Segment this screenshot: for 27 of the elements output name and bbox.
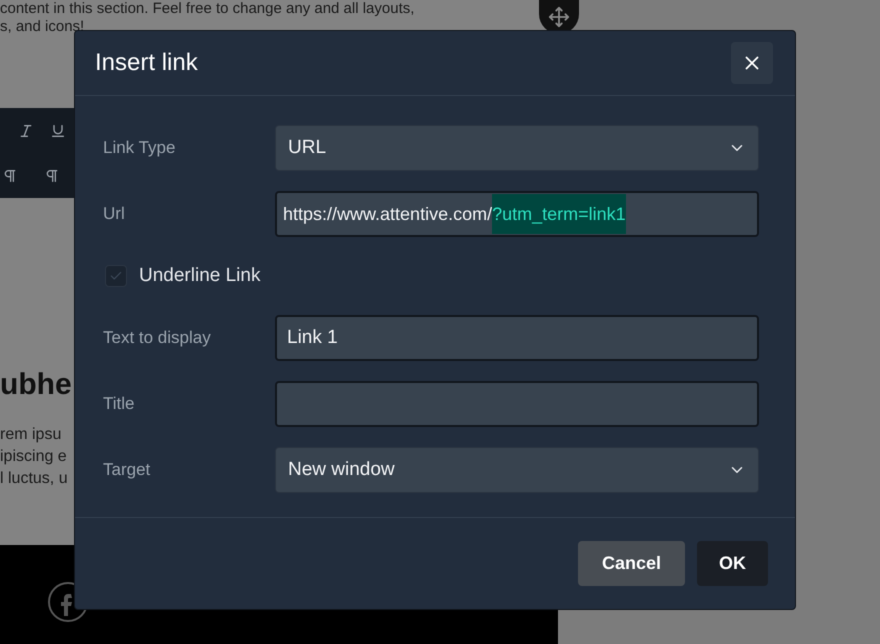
close-button[interactable]	[731, 42, 773, 84]
underline-checkbox[interactable]	[105, 265, 127, 287]
input-field[interactable]: Link 1	[275, 315, 759, 361]
body-text: rem ipsu	[0, 425, 62, 445]
field-label: Target	[102, 459, 152, 482]
url-field[interactable]: https://www.attentive.com/?utm_term=link1	[275, 191, 759, 237]
ok-button[interactable]: OK	[697, 541, 768, 586]
dialog-title: Insert link	[95, 48, 198, 78]
body-text: ipiscing e	[0, 447, 67, 467]
checkbox-label: Underline Link	[139, 264, 260, 288]
field-label: Title	[102, 393, 136, 416]
move-icon[interactable]	[548, 6, 570, 28]
dropdown[interactable]: URL	[275, 125, 759, 171]
intro-text: content in this section. Feel free to change any and all layouts,	[0, 0, 414, 18]
cancel-button[interactable]: Cancel	[578, 541, 685, 586]
field-label: Text to display	[102, 327, 212, 350]
field-label: Link Type	[102, 137, 176, 160]
intro-text: s, and icons!	[0, 18, 84, 36]
dropdown[interactable]: New window	[275, 447, 759, 493]
body-text: l luctus, u	[0, 469, 68, 489]
pilcrow-icon[interactable]	[44, 168, 60, 184]
italic-icon[interactable]	[18, 122, 34, 138]
subheading: ubhe	[0, 368, 72, 402]
pilcrow-icon[interactable]	[2, 168, 18, 184]
field-label: Url	[102, 203, 126, 226]
underline-icon[interactable]	[50, 122, 66, 138]
input-field[interactable]	[275, 381, 759, 427]
